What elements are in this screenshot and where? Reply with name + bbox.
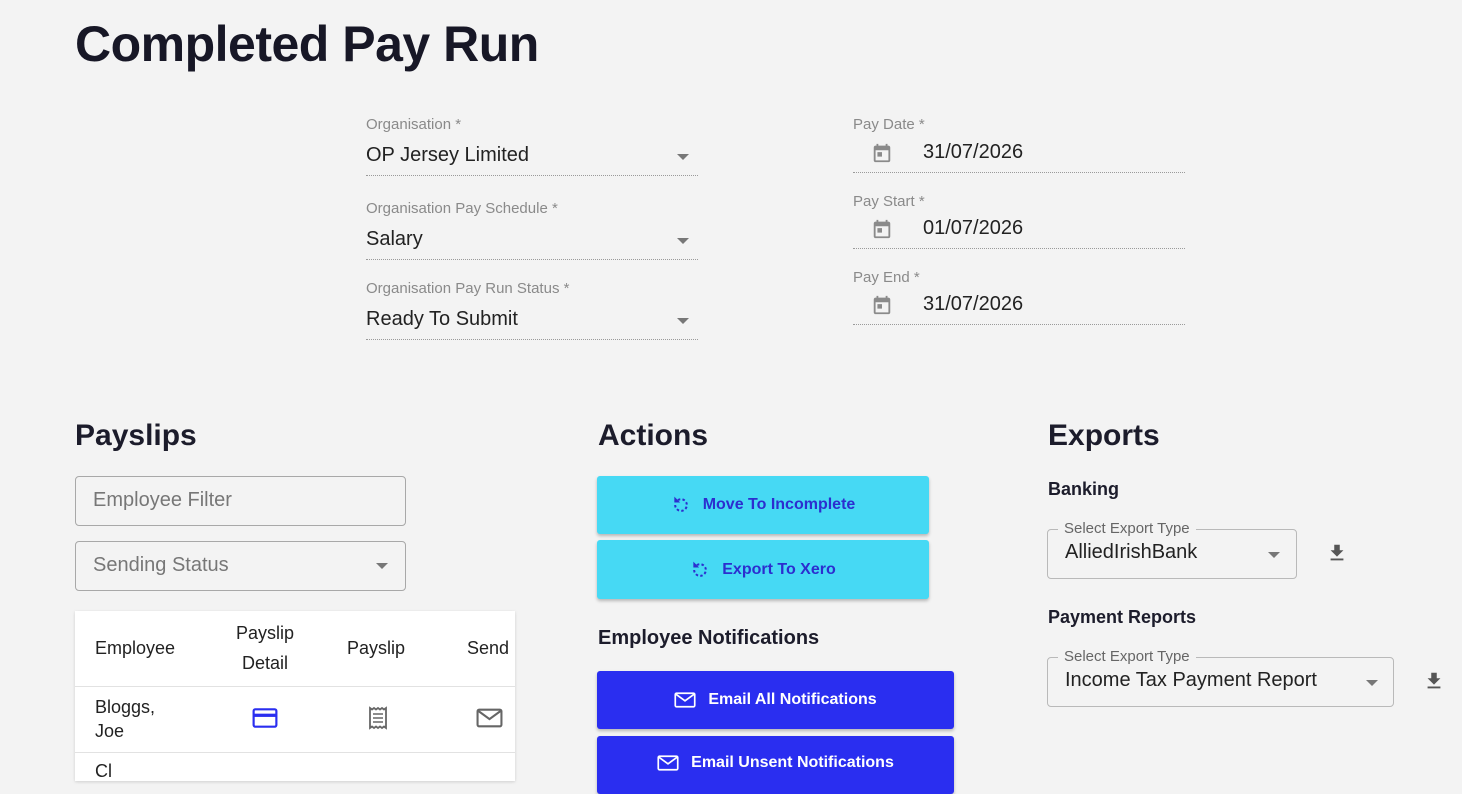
- email-all-notifications-label: Email All Notifications: [708, 691, 877, 708]
- pay-schedule-label: Organisation Pay Schedule *: [366, 200, 558, 217]
- row-divider: [75, 752, 515, 753]
- organisation-underline: [366, 175, 698, 176]
- pay-start-field[interactable]: Pay Start * 01/07/2026: [853, 193, 1185, 249]
- refresh-icon: [693, 561, 708, 577]
- pay-schedule-underline: [366, 259, 698, 260]
- payment-reports-export-type-value: Income Tax Payment Report: [1065, 669, 1317, 691]
- pay-start-underline: [853, 248, 1185, 249]
- pay-run-status-select[interactable]: Organisation Pay Run Status * Ready To S…: [366, 280, 698, 340]
- pay-run-status-underline: [366, 339, 698, 340]
- chevron-down-icon: [677, 318, 689, 324]
- pay-schedule-value: Salary: [366, 228, 423, 250]
- organisation-value: OP Jersey Limited: [366, 144, 530, 166]
- column-header-payslip-detail[interactable]: Payslip Detail: [225, 618, 305, 678]
- pay-date-label: Pay Date *: [853, 116, 925, 133]
- receipt-icon[interactable]: [366, 706, 390, 730]
- pay-run-status-value: Ready To Submit: [366, 308, 518, 330]
- email-all-notifications-button[interactable]: Email All Notifications: [597, 671, 954, 729]
- pay-date-value: 31/07/2026: [923, 141, 1024, 163]
- calendar-icon[interactable]: [871, 142, 893, 164]
- payslips-heading: Payslips: [75, 419, 197, 452]
- pay-start-value: 01/07/2026: [923, 217, 1024, 239]
- page-title: Completed Pay Run: [75, 16, 539, 72]
- pay-run-status-label: Organisation Pay Run Status *: [366, 280, 570, 297]
- banking-heading: Banking: [1048, 479, 1120, 499]
- move-to-incomplete-label: Move To Incomplete: [702, 496, 856, 513]
- pay-date-field[interactable]: Pay Date * 31/07/2026: [853, 116, 1185, 173]
- pay-schedule-select[interactable]: Organisation Pay Schedule * Salary: [366, 200, 698, 260]
- organisation-select[interactable]: Organisation * OP Jersey Limited: [366, 116, 698, 176]
- chevron-down-icon: [677, 238, 689, 244]
- email-unsent-notifications-label: Email Unsent Notifications: [691, 754, 894, 771]
- export-to-xero-label: Export To Xero: [722, 560, 836, 578]
- chevron-down-icon: [1268, 552, 1280, 558]
- payment-reports-heading: Payment Reports: [1048, 607, 1197, 627]
- refresh-icon: [673, 496, 688, 512]
- mail-icon[interactable]: [476, 707, 503, 729]
- pay-date-underline: [853, 172, 1185, 173]
- pay-end-value: 31/07/2026: [923, 293, 1024, 315]
- exports-heading: Exports: [1048, 419, 1160, 452]
- move-to-incomplete-button[interactable]: Move To Incomplete: [597, 476, 929, 534]
- mail-icon: [674, 692, 696, 708]
- pay-end-label: Pay End *: [853, 269, 920, 286]
- calendar-icon[interactable]: [871, 294, 893, 316]
- chevron-down-icon: [376, 563, 388, 569]
- employee-notifications-heading: Employee Notifications: [598, 627, 820, 649]
- payment-reports-export-type-legend: Select Export Type: [1058, 648, 1196, 665]
- banking-export-type-select[interactable]: Select Export Type AlliedIrishBank: [1047, 520, 1297, 579]
- chevron-down-icon: [677, 154, 689, 160]
- chevron-down-icon: [1366, 680, 1378, 686]
- header-divider: [75, 686, 515, 687]
- download-icon[interactable]: [1423, 669, 1445, 693]
- credit-card-icon[interactable]: [252, 707, 278, 729]
- payment-reports-export-type-select[interactable]: Select Export Type Income Tax Payment Re…: [1047, 648, 1394, 707]
- employee-name: Bloggs, Joe: [95, 697, 156, 741]
- export-to-xero-button[interactable]: Export To Xero: [597, 540, 929, 599]
- pay-start-label: Pay Start *: [853, 193, 925, 210]
- pay-end-field[interactable]: Pay End * 31/07/2026: [853, 269, 1185, 325]
- employee-filter-placeholder: Employee Filter: [93, 489, 232, 511]
- payslips-table: Employee Payslip Detail Payslip Send Blo…: [75, 611, 515, 781]
- email-unsent-notifications-button[interactable]: Email Unsent Notifications: [597, 736, 954, 794]
- banking-export-type-legend: Select Export Type: [1058, 520, 1196, 537]
- employee-filter-input[interactable]: Employee Filter: [75, 476, 406, 526]
- column-header-payslip[interactable]: Payslip: [347, 633, 405, 663]
- pay-end-underline: [853, 324, 1185, 325]
- actions-heading: Actions: [598, 419, 709, 452]
- organisation-label: Organisation *: [366, 116, 462, 133]
- column-header-employee[interactable]: Employee: [95, 633, 175, 663]
- column-header-send[interactable]: Send: [467, 633, 509, 663]
- download-icon[interactable]: [1326, 541, 1348, 565]
- employee-name: Cl: [95, 761, 112, 781]
- sending-status-placeholder: Sending Status: [93, 554, 229, 576]
- banking-export-type-value: AlliedIrishBank: [1065, 541, 1198, 563]
- mail-icon: [657, 755, 679, 771]
- sending-status-select[interactable]: Sending Status: [75, 541, 406, 591]
- calendar-icon[interactable]: [871, 218, 893, 240]
